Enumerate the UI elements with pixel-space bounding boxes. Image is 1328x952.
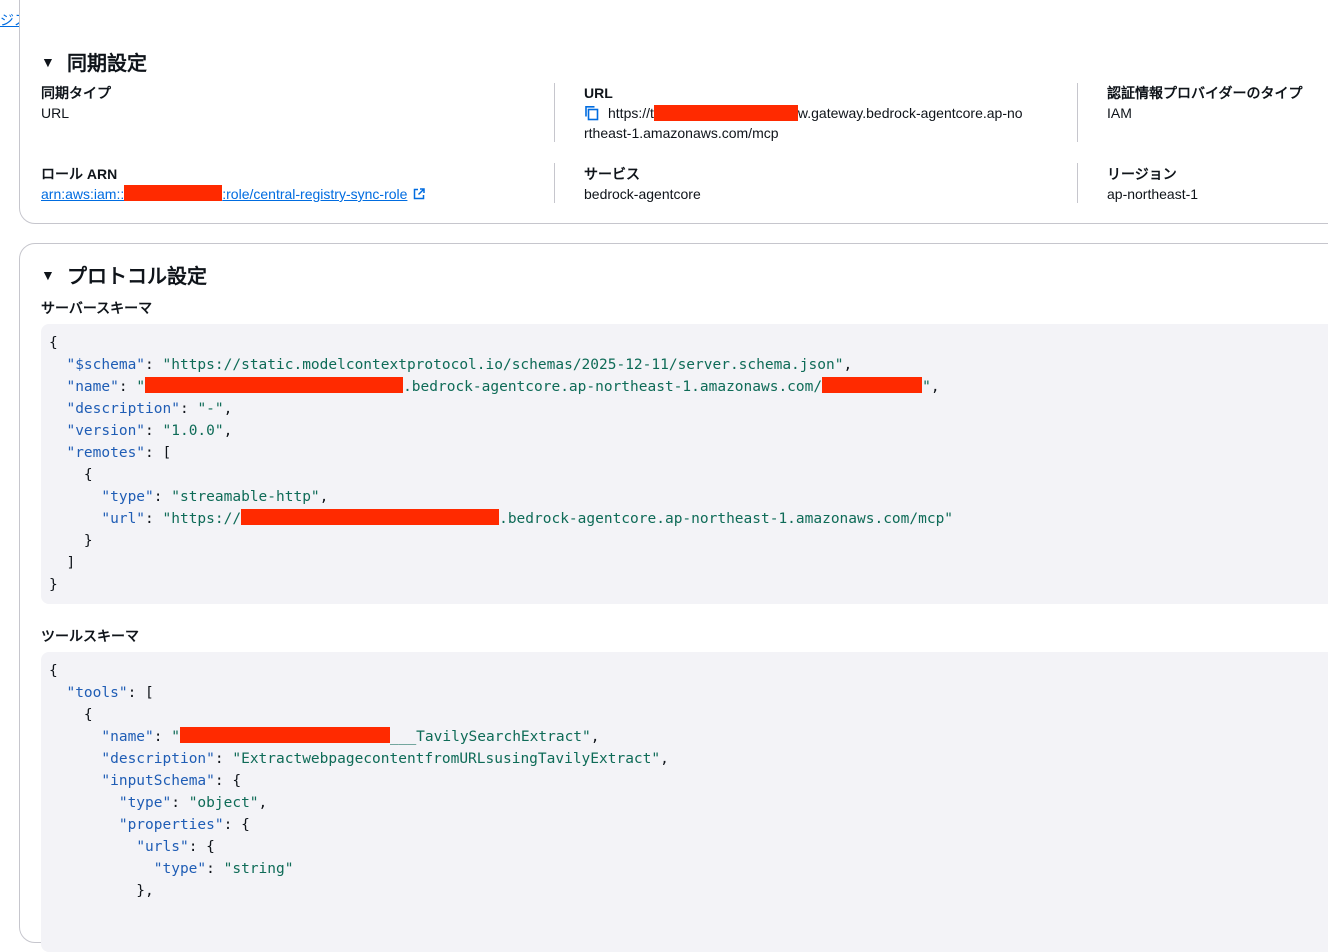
tool-schema-label: ツールスキーマ bbox=[41, 628, 139, 644]
json-key: "urls" bbox=[136, 839, 189, 855]
json-key: "inputSchema" bbox=[101, 773, 215, 789]
json-string: "string" bbox=[223, 861, 294, 877]
json-key: "type" bbox=[118, 795, 172, 811]
json-key: "type" bbox=[153, 861, 207, 877]
role-arn-field: ロール ARN arn:aws:iam:::role/central-regis… bbox=[41, 164, 426, 204]
external-link-icon[interactable] bbox=[413, 185, 426, 200]
service-label: サービス bbox=[584, 166, 640, 182]
url-value: https://t w.gateway.bedrock-agentcore.ap-… bbox=[584, 103, 1064, 123]
json-string: .bedrock-agentcore.ap-northeast-1.amazon… bbox=[499, 511, 954, 527]
sync-type-label: 同期タイプ bbox=[41, 85, 111, 101]
redaction-bar bbox=[822, 377, 923, 393]
json-key: "tools" bbox=[66, 685, 128, 701]
json-key: "name" bbox=[66, 379, 119, 395]
json-string: "https://static.modelcontextprotocol.io/… bbox=[162, 357, 844, 373]
sync-settings-panel: ▼ 同期設定 同期タイプ URL URL https://t w.gateway.… bbox=[19, 0, 1328, 224]
url-field: URL https://t w.gateway.bedrock-agentcore… bbox=[584, 83, 1064, 143]
column-divider bbox=[554, 83, 555, 142]
sync-type-field: 同期タイプ URL bbox=[41, 83, 111, 123]
redaction-bar bbox=[653, 105, 798, 121]
caret-down-icon[interactable]: ▼ bbox=[41, 267, 55, 283]
auth-type-field: 認証情報プロバイダーのタイプ IAM bbox=[1107, 83, 1302, 123]
sync-settings-header[interactable]: ▼ 同期設定 bbox=[41, 47, 147, 76]
protocol-settings-panel: ▼ プロトコル設定 サーバースキーマ { "$schema": "https:/… bbox=[19, 243, 1328, 952]
role-arn-link[interactable]: arn:aws:iam:::role/central-registry-sync… bbox=[41, 185, 408, 202]
region-value: ap-northeast-1 bbox=[1107, 186, 1199, 202]
caret-down-icon[interactable]: ▼ bbox=[41, 54, 55, 70]
role-arn-prefix: arn:aws:iam:: bbox=[41, 186, 125, 202]
json-string: "https:// bbox=[162, 511, 242, 527]
protocol-settings-title: プロトコル設定 bbox=[67, 266, 207, 288]
redaction-bar bbox=[145, 377, 404, 393]
column-divider bbox=[554, 163, 555, 203]
json-key: "properties" bbox=[118, 817, 224, 833]
json-string: "1.0.0" bbox=[162, 423, 224, 439]
url-prefix: https://t bbox=[608, 105, 654, 121]
protocol-settings-header[interactable]: ▼ プロトコル設定 bbox=[41, 260, 207, 289]
auth-type-value: IAM bbox=[1107, 105, 1132, 121]
column-divider bbox=[1077, 83, 1078, 142]
json-key: "version" bbox=[66, 423, 146, 439]
url-label: URL bbox=[584, 85, 613, 101]
auth-type-label: 認証情報プロバイダーのタイプ bbox=[1107, 85, 1303, 101]
copy-icon[interactable] bbox=[584, 105, 600, 121]
json-key: "description" bbox=[66, 401, 180, 417]
tool-schema-code: { "tools": [ { "name": " ___TavilySearchE… bbox=[41, 652, 1328, 952]
region-field: リージョン ap-northeast-1 bbox=[1107, 164, 1198, 204]
service-value: bedrock-agentcore bbox=[584, 186, 701, 202]
json-key: "url" bbox=[101, 511, 146, 527]
json-key: "description" bbox=[101, 751, 215, 767]
json-key: "$schema" bbox=[66, 357, 146, 373]
redaction-bar bbox=[179, 727, 390, 743]
role-arn-label: ロール ARN bbox=[41, 166, 118, 182]
json-string: "streamable-http" bbox=[171, 489, 320, 505]
url-value-line2: rtheast-1.amazonaws.com/mcp bbox=[584, 125, 779, 141]
json-key: "name" bbox=[101, 729, 154, 745]
role-arn-suffix: :role/central-registry-sync-role bbox=[222, 186, 408, 202]
sync-type-value: URL bbox=[41, 105, 70, 121]
redaction-bar bbox=[241, 509, 500, 525]
service-field: サービス bedrock-agentcore bbox=[584, 164, 701, 204]
json-string: "ExtractwebpagecontentfromURLsusingTavil… bbox=[232, 751, 661, 767]
url-suffix: w.gateway.bedrock-agentcore.ap-no bbox=[797, 105, 1023, 121]
redaction-bar bbox=[124, 185, 223, 201]
sync-settings-title: 同期設定 bbox=[67, 53, 147, 75]
server-schema-label: サーバースキーマ bbox=[41, 300, 153, 316]
column-divider bbox=[1077, 163, 1078, 203]
json-key: "type" bbox=[101, 489, 154, 505]
json-key: "remotes" bbox=[66, 445, 146, 461]
json-string: .bedrock-agentcore.ap-northeast-1.amazon… bbox=[403, 379, 823, 395]
server-schema-code: { "$schema": "https://static.modelcontex… bbox=[41, 324, 1328, 604]
role-arn-value: arn:aws:iam:::role/central-registry-sync… bbox=[41, 184, 426, 204]
json-string: "object" bbox=[188, 795, 259, 811]
region-label: リージョン bbox=[1107, 166, 1177, 182]
json-string: ___TavilySearchExtract" bbox=[389, 729, 591, 745]
json-string: "-" bbox=[197, 401, 224, 417]
